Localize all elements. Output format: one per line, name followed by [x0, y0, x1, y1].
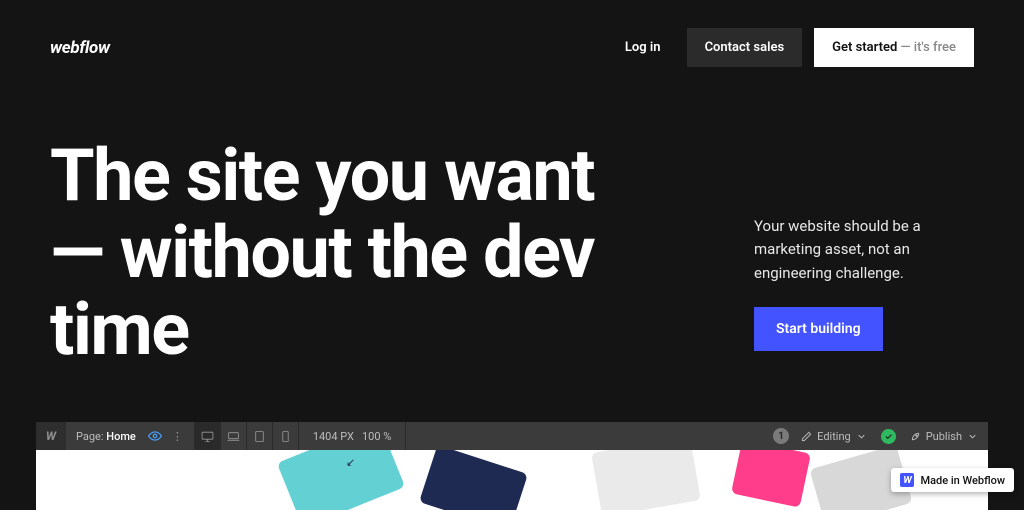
designer-canvas: ↙	[36, 450, 988, 510]
device-tablet-button[interactable]	[246, 422, 272, 450]
hero: The site you want — without the dev time…	[0, 67, 1024, 368]
status-ok-icon	[881, 429, 896, 444]
device-mobile-button[interactable]	[272, 422, 298, 450]
more-menu-icon[interactable]: ⋮	[162, 430, 194, 443]
hero-subtitle: Your website should be a marketing asset…	[754, 215, 974, 285]
publish-label: Publish	[926, 430, 962, 443]
designer-toolbar: W Page: Home ⋮ 1404 PX 100 % 1 Editing P…	[36, 422, 988, 450]
publish-button[interactable]: Publish	[910, 430, 978, 443]
made-in-webflow-badge[interactable]: W Made in Webflow	[891, 468, 1014, 492]
page-name: Home	[106, 430, 136, 443]
device-laptop-button[interactable]	[220, 422, 246, 450]
contact-sales-button[interactable]: Contact sales	[687, 28, 803, 67]
logo[interactable]: webflow	[50, 38, 110, 58]
get-started-suffix: — it's free	[897, 40, 956, 55]
chevron-down-icon	[856, 431, 867, 442]
rocket-icon	[910, 431, 921, 442]
canvas-size[interactable]: 1404 PX 100 %	[298, 422, 406, 450]
webflow-glyph-icon: W	[900, 473, 914, 487]
nav-actions: Log in Contact sales Get started — it's …	[611, 28, 974, 67]
chevron-down-icon	[967, 431, 978, 442]
get-started-label: Get started	[832, 40, 897, 55]
hero-right: Your website should be a marketing asset…	[754, 137, 974, 351]
top-nav: webflow Log in Contact sales Get started…	[0, 0, 1024, 67]
card-graphic	[419, 450, 528, 510]
hero-title: The site you want — without the dev time	[50, 137, 634, 368]
device-desktop-button[interactable]	[194, 422, 220, 450]
badge-label: Made in Webflow	[920, 474, 1005, 487]
editing-mode-button[interactable]: Editing	[801, 430, 867, 443]
canvas-zoom: 100 %	[362, 430, 391, 443]
pencil-icon	[801, 431, 812, 442]
designer-preview: W Page: Home ⋮ 1404 PX 100 % 1 Editing P…	[36, 422, 988, 510]
login-link[interactable]: Log in	[611, 28, 675, 67]
card-graphic	[277, 450, 405, 510]
get-started-button[interactable]: Get started — it's free	[814, 28, 974, 67]
canvas-width: 1404 PX	[313, 430, 354, 443]
arrow-icon: ↙	[346, 456, 355, 469]
hero-left: The site you want — without the dev time	[50, 137, 634, 368]
card-graphic	[731, 450, 811, 508]
card-graphic	[591, 450, 701, 510]
page-prefix: Page:	[76, 430, 106, 443]
page-indicator[interactable]: Page: Home	[66, 430, 146, 443]
step-badge: 1	[773, 428, 789, 444]
editing-label: Editing	[817, 430, 851, 443]
preview-eye-icon[interactable]	[148, 429, 162, 443]
webflow-icon[interactable]: W	[36, 422, 66, 450]
start-building-button[interactable]: Start building	[754, 307, 883, 351]
device-switcher	[194, 422, 298, 450]
